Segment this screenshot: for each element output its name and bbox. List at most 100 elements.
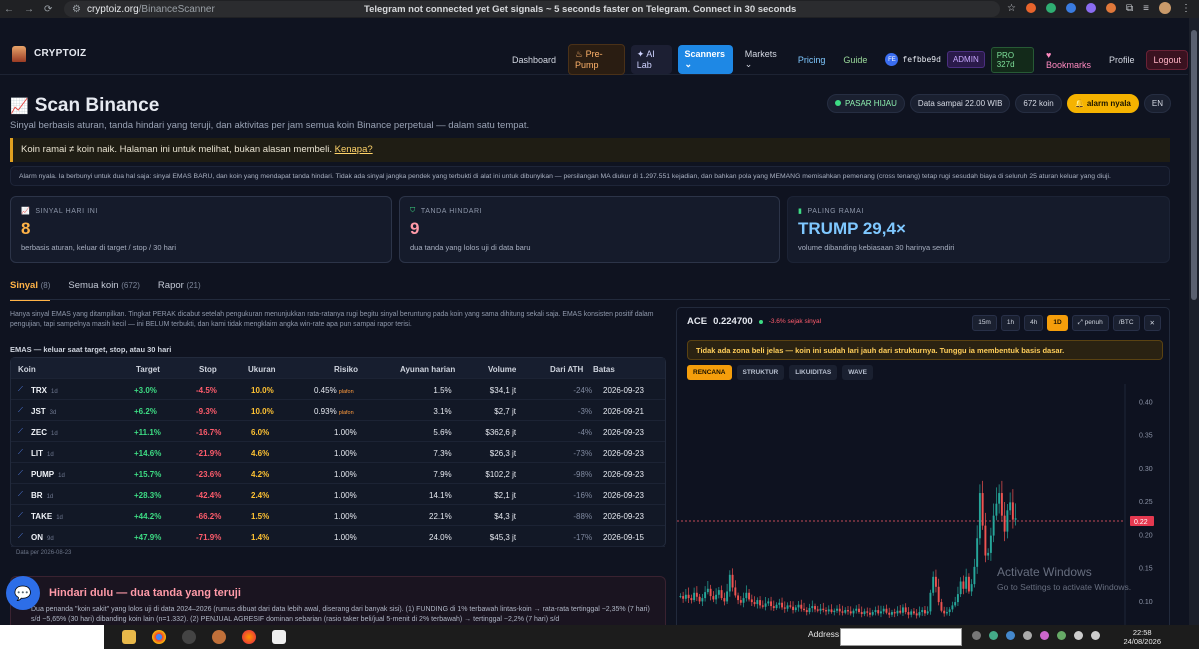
app-icon[interactable]	[182, 630, 196, 644]
network-icon[interactable]	[1091, 631, 1100, 640]
app-icon[interactable]	[272, 630, 286, 644]
tray-icon[interactable]	[989, 631, 998, 640]
nav-scanners[interactable]: Scanners ⌄	[678, 45, 733, 74]
column-header[interactable]: Koin	[18, 365, 36, 374]
tray-icon[interactable]	[1057, 631, 1066, 640]
coin-symbol[interactable]: ON 9d	[31, 533, 54, 542]
language-toggle[interactable]: EN	[1143, 94, 1171, 113]
mini-chart-icon[interactable]: ⟋	[18, 428, 23, 436]
signal-today-card[interactable]: 📈 SINYAL HARI INI 8 berbasis aturan, kelu…	[10, 196, 392, 263]
mini-chart-icon[interactable]: ⟋	[18, 512, 23, 520]
mini-chart-icon[interactable]: ⟋	[18, 470, 23, 478]
table-row[interactable]: ⟋ PUMP 1d +15.7% -23.6% 4.2% 1.00% 7.9% $102,2 j…	[11, 463, 665, 484]
most-active-card[interactable]: ▮ PALING RAMAI TRUMP 29,4× volume dibandi…	[787, 196, 1170, 263]
coin-symbol[interactable]: TAKE 1d	[31, 512, 63, 521]
tray-icon[interactable]	[972, 631, 981, 640]
chat-button[interactable]: 💬	[6, 576, 40, 610]
file-explorer-icon[interactable]	[122, 630, 136, 644]
nav-profile[interactable]: Profile	[1103, 51, 1141, 69]
forward-icon[interactable]: →	[24, 4, 34, 15]
nav-dashboard[interactable]: Dashboard	[506, 51, 562, 69]
brand[interactable]: CRYPTOIZ	[12, 45, 86, 62]
nav-pricing[interactable]: Pricing	[792, 51, 832, 69]
table-row[interactable]: ⟋ JST 3d +6.2% -9.3% 10.0% 0.93% plafon 3.1% $2,7…	[11, 400, 665, 421]
back-icon[interactable]: ←	[4, 4, 14, 15]
column-header[interactable]: Dari ATH	[550, 365, 583, 374]
tf-1d[interactable]: 1D	[1047, 315, 1068, 331]
mini-chart-icon[interactable]: ⟋	[18, 491, 23, 499]
reload-icon[interactable]: ⟳	[44, 4, 52, 15]
nav-ai-lab[interactable]: ✦ AI Lab	[630, 45, 673, 74]
browser-avatar[interactable]	[1159, 2, 1171, 14]
nav-bookmarks[interactable]: ♥ Bookmarks	[1040, 46, 1097, 74]
clock[interactable]: 22:58 24/08/2026	[1123, 628, 1161, 646]
volume-icon[interactable]	[1074, 631, 1083, 640]
scrollbar-thumb[interactable]	[1191, 30, 1197, 300]
mini-chart-icon[interactable]: ⟋	[18, 449, 23, 457]
tf-15m[interactable]: 15m	[972, 315, 997, 331]
extension-icon[interactable]	[1026, 3, 1037, 13]
coin-symbol[interactable]: BR 1d	[31, 491, 53, 500]
nav-guide[interactable]: Guide	[837, 51, 873, 69]
mini-chart-icon[interactable]: ⟋	[18, 407, 23, 415]
table-row[interactable]: ⟋ TRX 1d +3.0% -4.5% 10.0% 0.45% plafon 1.5% $34,…	[11, 379, 665, 400]
chrome-icon[interactable]	[152, 630, 166, 644]
tab-semua-koin[interactable]: Semua koin (672)	[68, 280, 140, 301]
column-header[interactable]: Risiko	[334, 365, 358, 374]
extension-icon[interactable]	[1086, 3, 1097, 13]
coin-symbol[interactable]: ZEC 1d	[31, 428, 58, 437]
price-chart[interactable]: 0.40 0.35 0.30 0.25 0.20 0.15 0.10 0.22	[677, 384, 1170, 637]
column-header[interactable]: Ukuran	[248, 365, 276, 374]
tab-sinyal[interactable]: Sinyal (8)	[10, 280, 51, 301]
nav-pre-pump[interactable]: ♨ Pre-Pump	[568, 44, 625, 75]
extension-icon[interactable]	[1046, 3, 1057, 13]
coin-symbol[interactable]: PUMP 1d	[31, 470, 65, 479]
table-row[interactable]: ⟋ TAKE 1d +44.2% -66.2% 1.5% 1.00% 22.1% $4,3 jt…	[11, 505, 665, 526]
alarm-toggle[interactable]: 🔔 alarm nyala	[1066, 94, 1139, 113]
user-chip[interactable]: FE fefbbe9d	[885, 53, 941, 66]
app-icon[interactable]	[212, 630, 226, 644]
address-bar[interactable]: ⚙ cryptoiz.org/BinanceScanner Telegram n…	[64, 1, 1000, 17]
tray-icon[interactable]	[1023, 631, 1032, 640]
coin-symbol[interactable]: TRX 1d	[31, 386, 58, 395]
table-row[interactable]: ⟋ BR 1d +28.3% -42.4% 2.4% 1.00% 14.1% $2,1 jt -1…	[11, 484, 665, 505]
coin-symbol[interactable]: JST 3d	[31, 407, 56, 416]
column-header[interactable]: Volume	[488, 365, 516, 374]
extension-icon[interactable]	[1106, 3, 1117, 13]
table-row[interactable]: ⟋ LIT 1d +14.6% -21.9% 4.6% 1.00% 7.3% $26,3 jt -…	[11, 442, 665, 463]
tray-icon[interactable]	[1006, 631, 1015, 640]
page-scrollbar[interactable]	[1189, 18, 1199, 625]
admin-badge[interactable]: ADMIN	[946, 51, 985, 68]
menu-list-icon[interactable]: ≡	[1143, 3, 1149, 14]
nav-markets[interactable]: Markets ⌄	[739, 45, 786, 74]
chart-tab-likuiditas[interactable]: LIKUIDITAS	[789, 365, 838, 380]
puzzle-icon[interactable]: ⧉	[1126, 3, 1133, 14]
why-link[interactable]: Kenapa?	[335, 144, 373, 155]
fullscreen-button[interactable]: ⤢ penuh	[1071, 315, 1109, 331]
column-header[interactable]: Target	[136, 365, 160, 374]
column-header[interactable]: Batas	[593, 365, 615, 374]
site-info-icon[interactable]: ⚙	[72, 4, 81, 15]
chart-tab-rencana[interactable]: RENCANA	[687, 365, 732, 380]
address-input[interactable]	[840, 628, 962, 646]
mini-chart-icon[interactable]: ⟋	[18, 533, 23, 541]
table-row[interactable]: ⟋ ZEC 1d +11.1% -16.7% 6.0% 1.00% 5.6% $362,6 jt…	[11, 421, 665, 442]
tab-rapor[interactable]: Rapor (21)	[158, 280, 201, 301]
column-header[interactable]: Ayunan harian	[400, 365, 455, 374]
tray-icon[interactable]	[1040, 631, 1049, 640]
column-header[interactable]: Stop	[199, 365, 217, 374]
coin-symbol[interactable]: LIT 1d	[31, 449, 54, 458]
tf-1h[interactable]: 1h	[1000, 315, 1021, 331]
chart-tab-wave[interactable]: WAVE	[842, 365, 873, 380]
close-icon[interactable]: ✕	[1143, 315, 1161, 331]
start-area[interactable]	[0, 625, 104, 649]
table-row[interactable]: ⟋ ON 9d +47.9% -71.9% 1.4% 1.00% 24.0% $45,3 jt -…	[11, 526, 665, 547]
chart-tab-struktur[interactable]: STRUKTUR	[736, 365, 785, 380]
firefox-icon[interactable]	[242, 630, 256, 644]
tf-4h[interactable]: 4h	[1024, 315, 1044, 331]
bookmark-star-icon[interactable]: ☆	[1007, 3, 1016, 14]
logout-button[interactable]: Logout	[1146, 49, 1188, 70]
extension-icon[interactable]	[1066, 3, 1077, 13]
kebab-menu-icon[interactable]: ⋮	[1181, 3, 1191, 14]
mini-chart-icon[interactable]: ⟋	[18, 386, 23, 394]
